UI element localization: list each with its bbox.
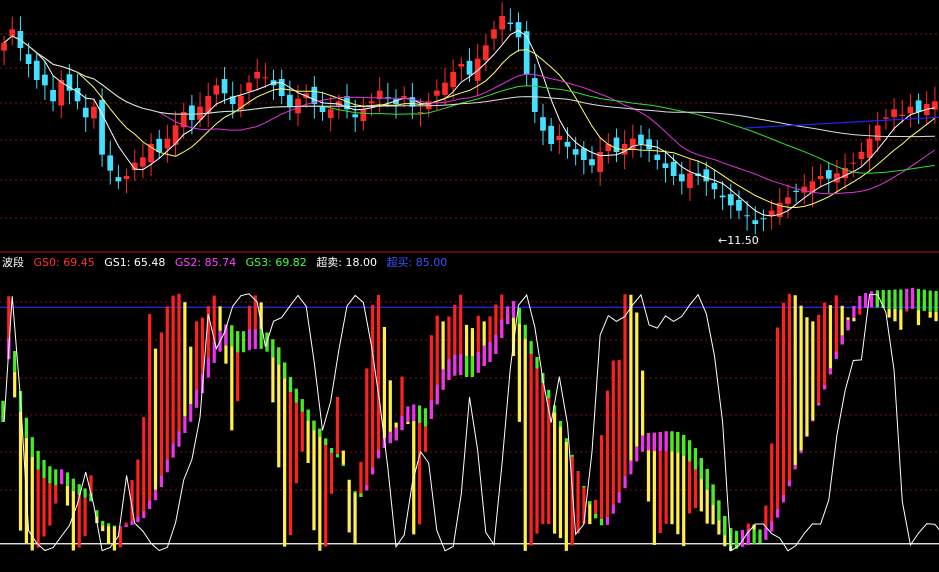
candle-body-68 xyxy=(556,136,563,141)
candle-body-54 xyxy=(442,82,448,95)
candle-body-98 xyxy=(801,186,808,193)
candle-body-53 xyxy=(433,90,440,96)
candle-body-77 xyxy=(629,138,636,150)
candle-body-107 xyxy=(874,125,881,141)
candle-body-92 xyxy=(752,220,759,224)
candle-body-26 xyxy=(213,85,220,95)
candle-body-44 xyxy=(360,109,367,122)
candle-body-23 xyxy=(189,105,195,120)
candle-body-91 xyxy=(744,215,750,217)
candle-body-70 xyxy=(572,149,579,155)
candle-body-89 xyxy=(727,194,734,206)
blue-reference-line xyxy=(744,116,939,129)
legend-overbuy: 超买: 85.00 xyxy=(386,256,448,269)
candle-body-65 xyxy=(531,78,538,112)
candle-body-4 xyxy=(33,60,40,80)
stock-chart xyxy=(0,2,939,552)
chart-stage: 波段 GS0: 69.45 GS1: 65.48 GS2: 85.74 GS3:… xyxy=(0,0,939,572)
legend-gs2: GS2: 85.74 xyxy=(174,256,237,269)
candle-body-61 xyxy=(499,16,506,30)
candle-body-0 xyxy=(1,42,7,51)
legend-oversell: 超卖: 18.00 xyxy=(316,256,378,269)
candle-body-111 xyxy=(907,106,914,114)
candle-body-104 xyxy=(850,162,857,164)
candle-body-5 xyxy=(42,74,48,86)
candle-body-69 xyxy=(564,141,571,147)
candle-body-32 xyxy=(262,77,269,79)
candle-body-27 xyxy=(221,79,228,94)
candle-body-30 xyxy=(246,82,252,92)
candle-body-56 xyxy=(458,64,465,67)
candle-body-17 xyxy=(140,157,146,167)
candle-body-112 xyxy=(915,100,922,112)
candle-body-19 xyxy=(156,138,163,152)
candle-body-9 xyxy=(74,88,81,102)
candle-body-86 xyxy=(703,169,710,182)
candle-body-87 xyxy=(711,182,718,190)
candle-body-72 xyxy=(589,159,595,166)
candle-body-31 xyxy=(254,72,261,79)
candle-body-10 xyxy=(82,107,89,118)
candle-body-45 xyxy=(368,101,375,104)
candle-body-96 xyxy=(785,197,791,204)
candle-body-12 xyxy=(99,100,105,155)
candle-body-14 xyxy=(115,177,122,182)
candle-body-60 xyxy=(491,29,497,39)
candle-body-62 xyxy=(507,22,514,24)
candle-body-79 xyxy=(646,139,652,150)
candle-body-51 xyxy=(417,112,424,114)
indicator-name: 波段 xyxy=(2,256,24,269)
candle-body-3 xyxy=(25,54,32,64)
candle-body-6 xyxy=(50,89,56,102)
candle-body-84 xyxy=(687,173,693,188)
candle-body-1 xyxy=(9,29,16,37)
candle-body-15 xyxy=(123,176,130,179)
candle-body-109 xyxy=(891,109,897,117)
legend-gs3: GS3: 69.82 xyxy=(245,256,307,269)
candle-body-67 xyxy=(548,125,555,144)
candle-body-55 xyxy=(450,72,457,88)
candle-body-13 xyxy=(107,155,114,171)
candle-body-64 xyxy=(523,31,530,75)
candle-body-78 xyxy=(638,134,644,144)
candle-body-63 xyxy=(515,22,522,38)
candle-body-59 xyxy=(482,45,489,61)
legend-gs0: GS0: 69.45 xyxy=(33,256,95,269)
candle-body-57 xyxy=(466,60,473,75)
candle-body-66 xyxy=(540,117,546,131)
min-price-label: ←11.50 xyxy=(718,234,759,247)
candle-body-80 xyxy=(654,154,661,160)
candle-body-43 xyxy=(352,114,359,118)
candle-body-105 xyxy=(858,152,865,160)
candle-body-40 xyxy=(327,109,334,118)
candle-body-106 xyxy=(866,138,873,159)
candle-body-82 xyxy=(670,161,677,176)
indicator-legend: 波段 GS0: 69.45 GS1: 65.48 GS2: 85.74 GS3:… xyxy=(2,254,453,272)
candle-body-20 xyxy=(164,138,171,149)
candle-body-75 xyxy=(613,137,620,152)
candle-body-101 xyxy=(825,170,832,179)
candle-body-11 xyxy=(91,106,97,119)
candle-body-35 xyxy=(287,94,293,107)
candle-body-110 xyxy=(899,114,906,116)
legend-gs1: GS1: 65.48 xyxy=(104,256,166,269)
candle-body-49 xyxy=(401,96,408,98)
candle-body-108 xyxy=(883,117,889,119)
candle-body-93 xyxy=(760,218,767,220)
candle-body-71 xyxy=(580,148,587,160)
candle-body-81 xyxy=(662,163,669,168)
candle-body-90 xyxy=(736,199,742,211)
candle-body-83 xyxy=(678,174,685,182)
candle-body-97 xyxy=(793,190,799,192)
candle-body-34 xyxy=(278,79,285,96)
candle-body-100 xyxy=(817,176,824,180)
candle-body-88 xyxy=(719,195,726,198)
